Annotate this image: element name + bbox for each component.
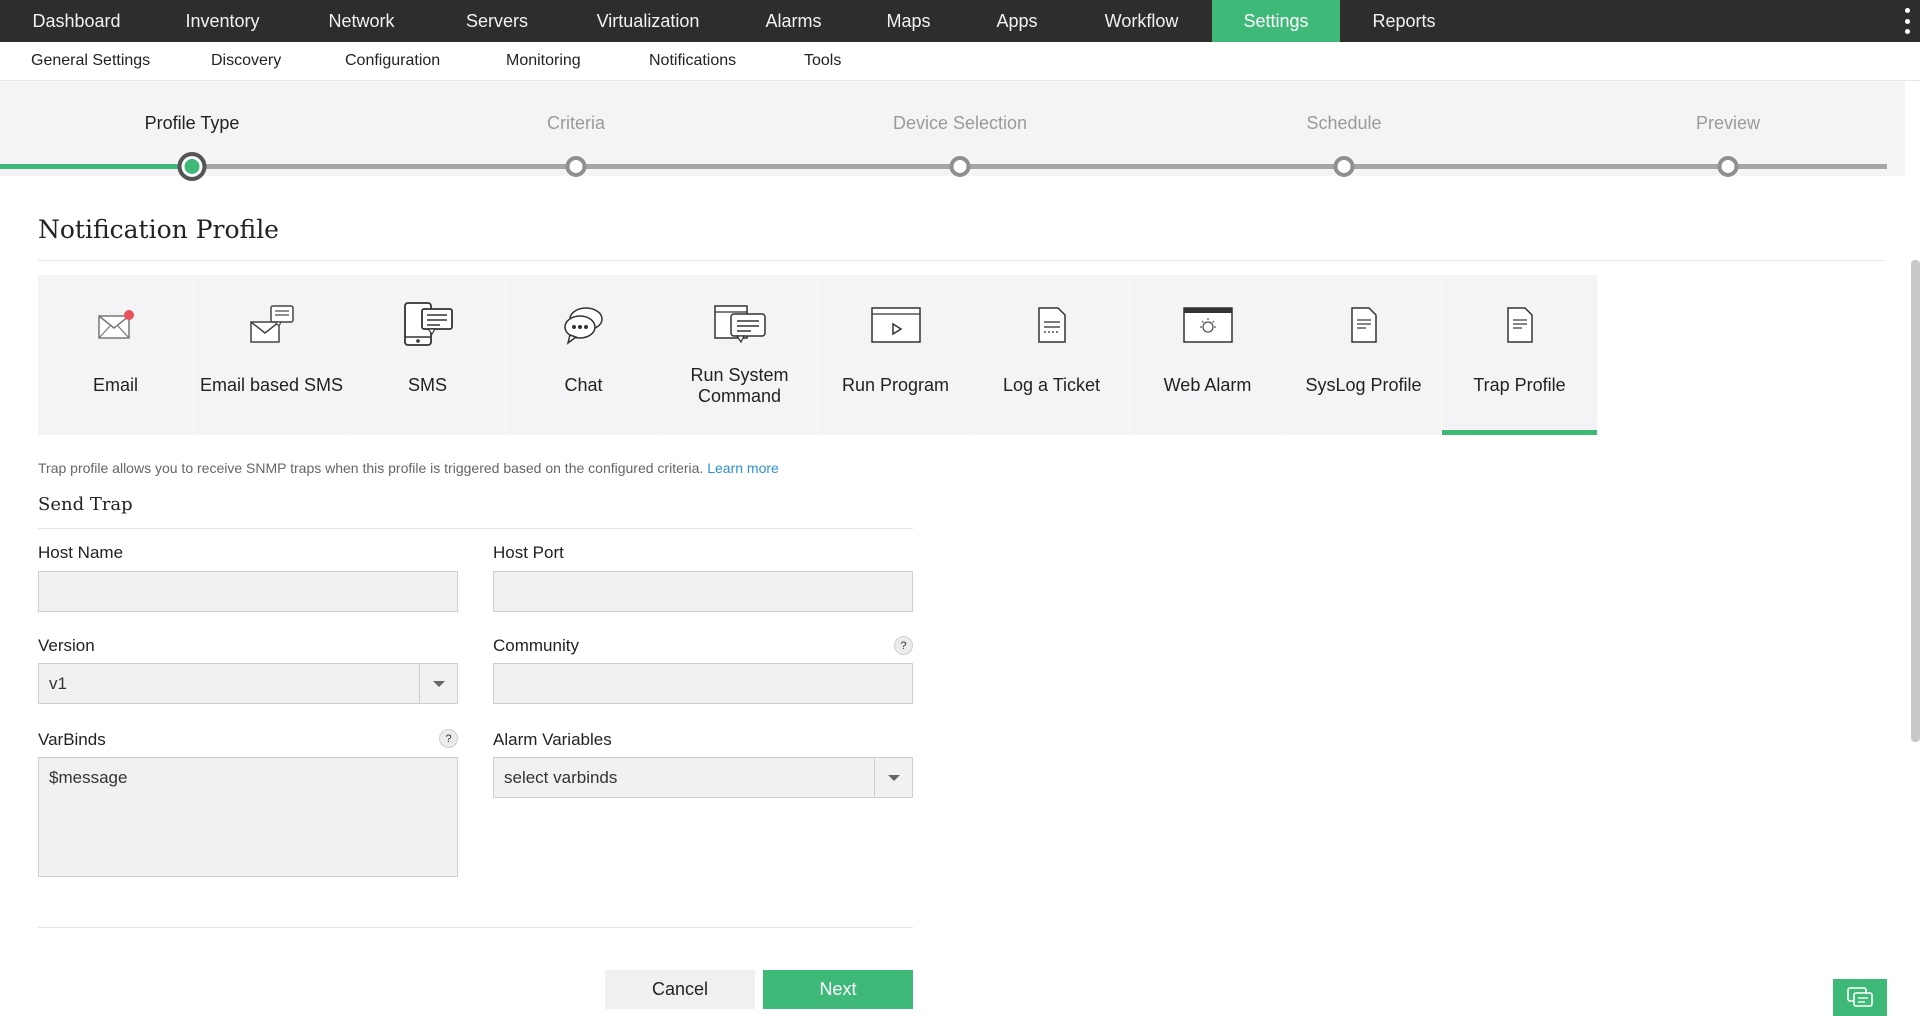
trap-icon bbox=[1490, 295, 1550, 355]
version-select[interactable]: v1 bbox=[38, 663, 458, 704]
tile-label: Web Alarm bbox=[1163, 375, 1252, 395]
nav-alarms[interactable]: Alarms bbox=[733, 0, 854, 42]
divider bbox=[38, 260, 1884, 261]
step-dot-criteria[interactable] bbox=[565, 156, 587, 177]
web-alarm-icon bbox=[1178, 295, 1238, 355]
step-device-selection[interactable]: Device Selection bbox=[893, 113, 1027, 134]
tile-sms[interactable]: SMS bbox=[350, 275, 506, 435]
nav-maps[interactable]: Maps bbox=[854, 0, 963, 42]
section-title: Send Trap bbox=[38, 494, 133, 515]
tile-label: Chat bbox=[564, 375, 603, 395]
run-program-icon bbox=[866, 295, 926, 355]
help-icon[interactable]: ? bbox=[439, 729, 458, 748]
step-dot-device-selection[interactable] bbox=[949, 156, 971, 177]
subnav-general-settings[interactable]: General Settings bbox=[31, 52, 150, 70]
tile-chat[interactable]: Chat bbox=[506, 275, 662, 435]
email-sms-icon bbox=[242, 295, 302, 355]
sms-icon bbox=[398, 295, 458, 355]
tile-label: Log a Ticket bbox=[1002, 375, 1101, 395]
chat-support-icon[interactable] bbox=[1833, 979, 1887, 1016]
email-icon bbox=[86, 295, 146, 355]
chevron-down-icon[interactable] bbox=[419, 664, 457, 703]
nav-network[interactable]: Network bbox=[292, 0, 431, 42]
learn-more-link[interactable]: Learn more bbox=[707, 460, 779, 476]
subnav-notifications[interactable]: Notifications bbox=[649, 52, 736, 70]
help-icon[interactable]: ? bbox=[894, 636, 913, 655]
profile-type-tiles: Email Email based SMS SMS Chat Run Syste… bbox=[38, 275, 1598, 435]
step-dot-schedule[interactable] bbox=[1333, 156, 1355, 177]
chevron-down-icon[interactable] bbox=[874, 758, 912, 797]
community-label: Community bbox=[493, 636, 579, 655]
step-dot-preview[interactable] bbox=[1717, 156, 1739, 177]
system-command-icon bbox=[710, 295, 770, 355]
tile-label: Run System Command bbox=[690, 365, 789, 406]
tile-web-alarm[interactable]: Web Alarm bbox=[1130, 275, 1286, 435]
description-text: Trap profile allows you to receive SNMP … bbox=[38, 460, 704, 476]
more-menu-icon[interactable] bbox=[1902, 8, 1912, 34]
step-dot-profile-type[interactable] bbox=[177, 152, 207, 181]
version-label: Version bbox=[38, 636, 95, 655]
divider bbox=[38, 927, 913, 928]
tile-syslog-profile[interactable]: SysLog Profile bbox=[1286, 275, 1442, 435]
next-button[interactable]: Next bbox=[763, 970, 913, 1009]
tile-email[interactable]: Email bbox=[38, 275, 194, 435]
top-nav: Dashboard Inventory Network Servers Virt… bbox=[0, 0, 1920, 42]
stepper-track bbox=[0, 164, 1887, 169]
scrollbar[interactable] bbox=[1911, 260, 1920, 742]
host-name-input[interactable] bbox=[38, 571, 458, 612]
subnav-configuration[interactable]: Configuration bbox=[345, 52, 440, 70]
tile-run-system-command[interactable]: Run System Command bbox=[662, 275, 818, 435]
chat-icon bbox=[554, 295, 614, 355]
selected-indicator bbox=[1442, 430, 1597, 435]
host-name-label: Host Name bbox=[38, 543, 124, 562]
cancel-button[interactable]: Cancel bbox=[605, 970, 755, 1009]
community-input[interactable] bbox=[493, 663, 913, 704]
wizard-stepper: Profile Type Criteria Device Selection S… bbox=[0, 82, 1905, 181]
divider bbox=[38, 528, 913, 529]
alarm-variables-value: select varbinds bbox=[504, 768, 618, 787]
tile-log-a-ticket[interactable]: Log a Ticket bbox=[974, 275, 1130, 435]
nav-settings[interactable]: Settings bbox=[1212, 0, 1340, 42]
host-port-label: Host Port bbox=[493, 543, 564, 562]
sub-nav: General Settings Discovery Configuration… bbox=[0, 42, 1920, 81]
nav-workflow[interactable]: Workflow bbox=[1071, 0, 1212, 42]
alarm-variables-select[interactable]: select varbinds bbox=[493, 757, 913, 798]
tile-trap-profile[interactable]: Trap Profile bbox=[1442, 275, 1598, 435]
step-schedule[interactable]: Schedule bbox=[1306, 113, 1381, 134]
tile-run-program[interactable]: Run Program bbox=[818, 275, 974, 435]
step-criteria[interactable]: Criteria bbox=[547, 113, 605, 134]
version-value: v1 bbox=[49, 674, 67, 693]
tile-label: SysLog Profile bbox=[1305, 375, 1422, 395]
host-port-input[interactable] bbox=[493, 571, 913, 612]
nav-apps[interactable]: Apps bbox=[963, 0, 1071, 42]
subnav-discovery[interactable]: Discovery bbox=[211, 52, 281, 70]
varbinds-textarea[interactable]: $message bbox=[38, 757, 458, 877]
subnav-tools[interactable]: Tools bbox=[804, 52, 841, 70]
step-preview[interactable]: Preview bbox=[1696, 113, 1760, 134]
tile-email-based-sms[interactable]: Email based SMS bbox=[194, 275, 350, 435]
nav-dashboard[interactable]: Dashboard bbox=[0, 0, 153, 42]
profile-description: Trap profile allows you to receive SNMP … bbox=[38, 460, 779, 476]
ticket-icon bbox=[1022, 295, 1082, 355]
stepper-progress bbox=[0, 164, 191, 169]
syslog-icon bbox=[1334, 295, 1394, 355]
varbinds-label: VarBinds bbox=[38, 730, 106, 749]
page-title: Notification Profile bbox=[38, 215, 279, 244]
tile-label: SMS bbox=[407, 375, 447, 395]
tile-label: Email based SMS bbox=[199, 375, 344, 395]
nav-virtualization[interactable]: Virtualization bbox=[563, 0, 733, 42]
nav-servers[interactable]: Servers bbox=[431, 0, 563, 42]
alarm-variables-label: Alarm Variables bbox=[493, 730, 612, 749]
tile-label: Trap Profile bbox=[1473, 375, 1566, 395]
nav-reports[interactable]: Reports bbox=[1340, 0, 1468, 42]
nav-inventory[interactable]: Inventory bbox=[153, 0, 292, 42]
subnav-monitoring[interactable]: Monitoring bbox=[506, 52, 581, 70]
tile-label: Email bbox=[92, 375, 138, 395]
step-profile-type[interactable]: Profile Type bbox=[145, 113, 240, 134]
tile-label: Run Program bbox=[841, 375, 950, 395]
